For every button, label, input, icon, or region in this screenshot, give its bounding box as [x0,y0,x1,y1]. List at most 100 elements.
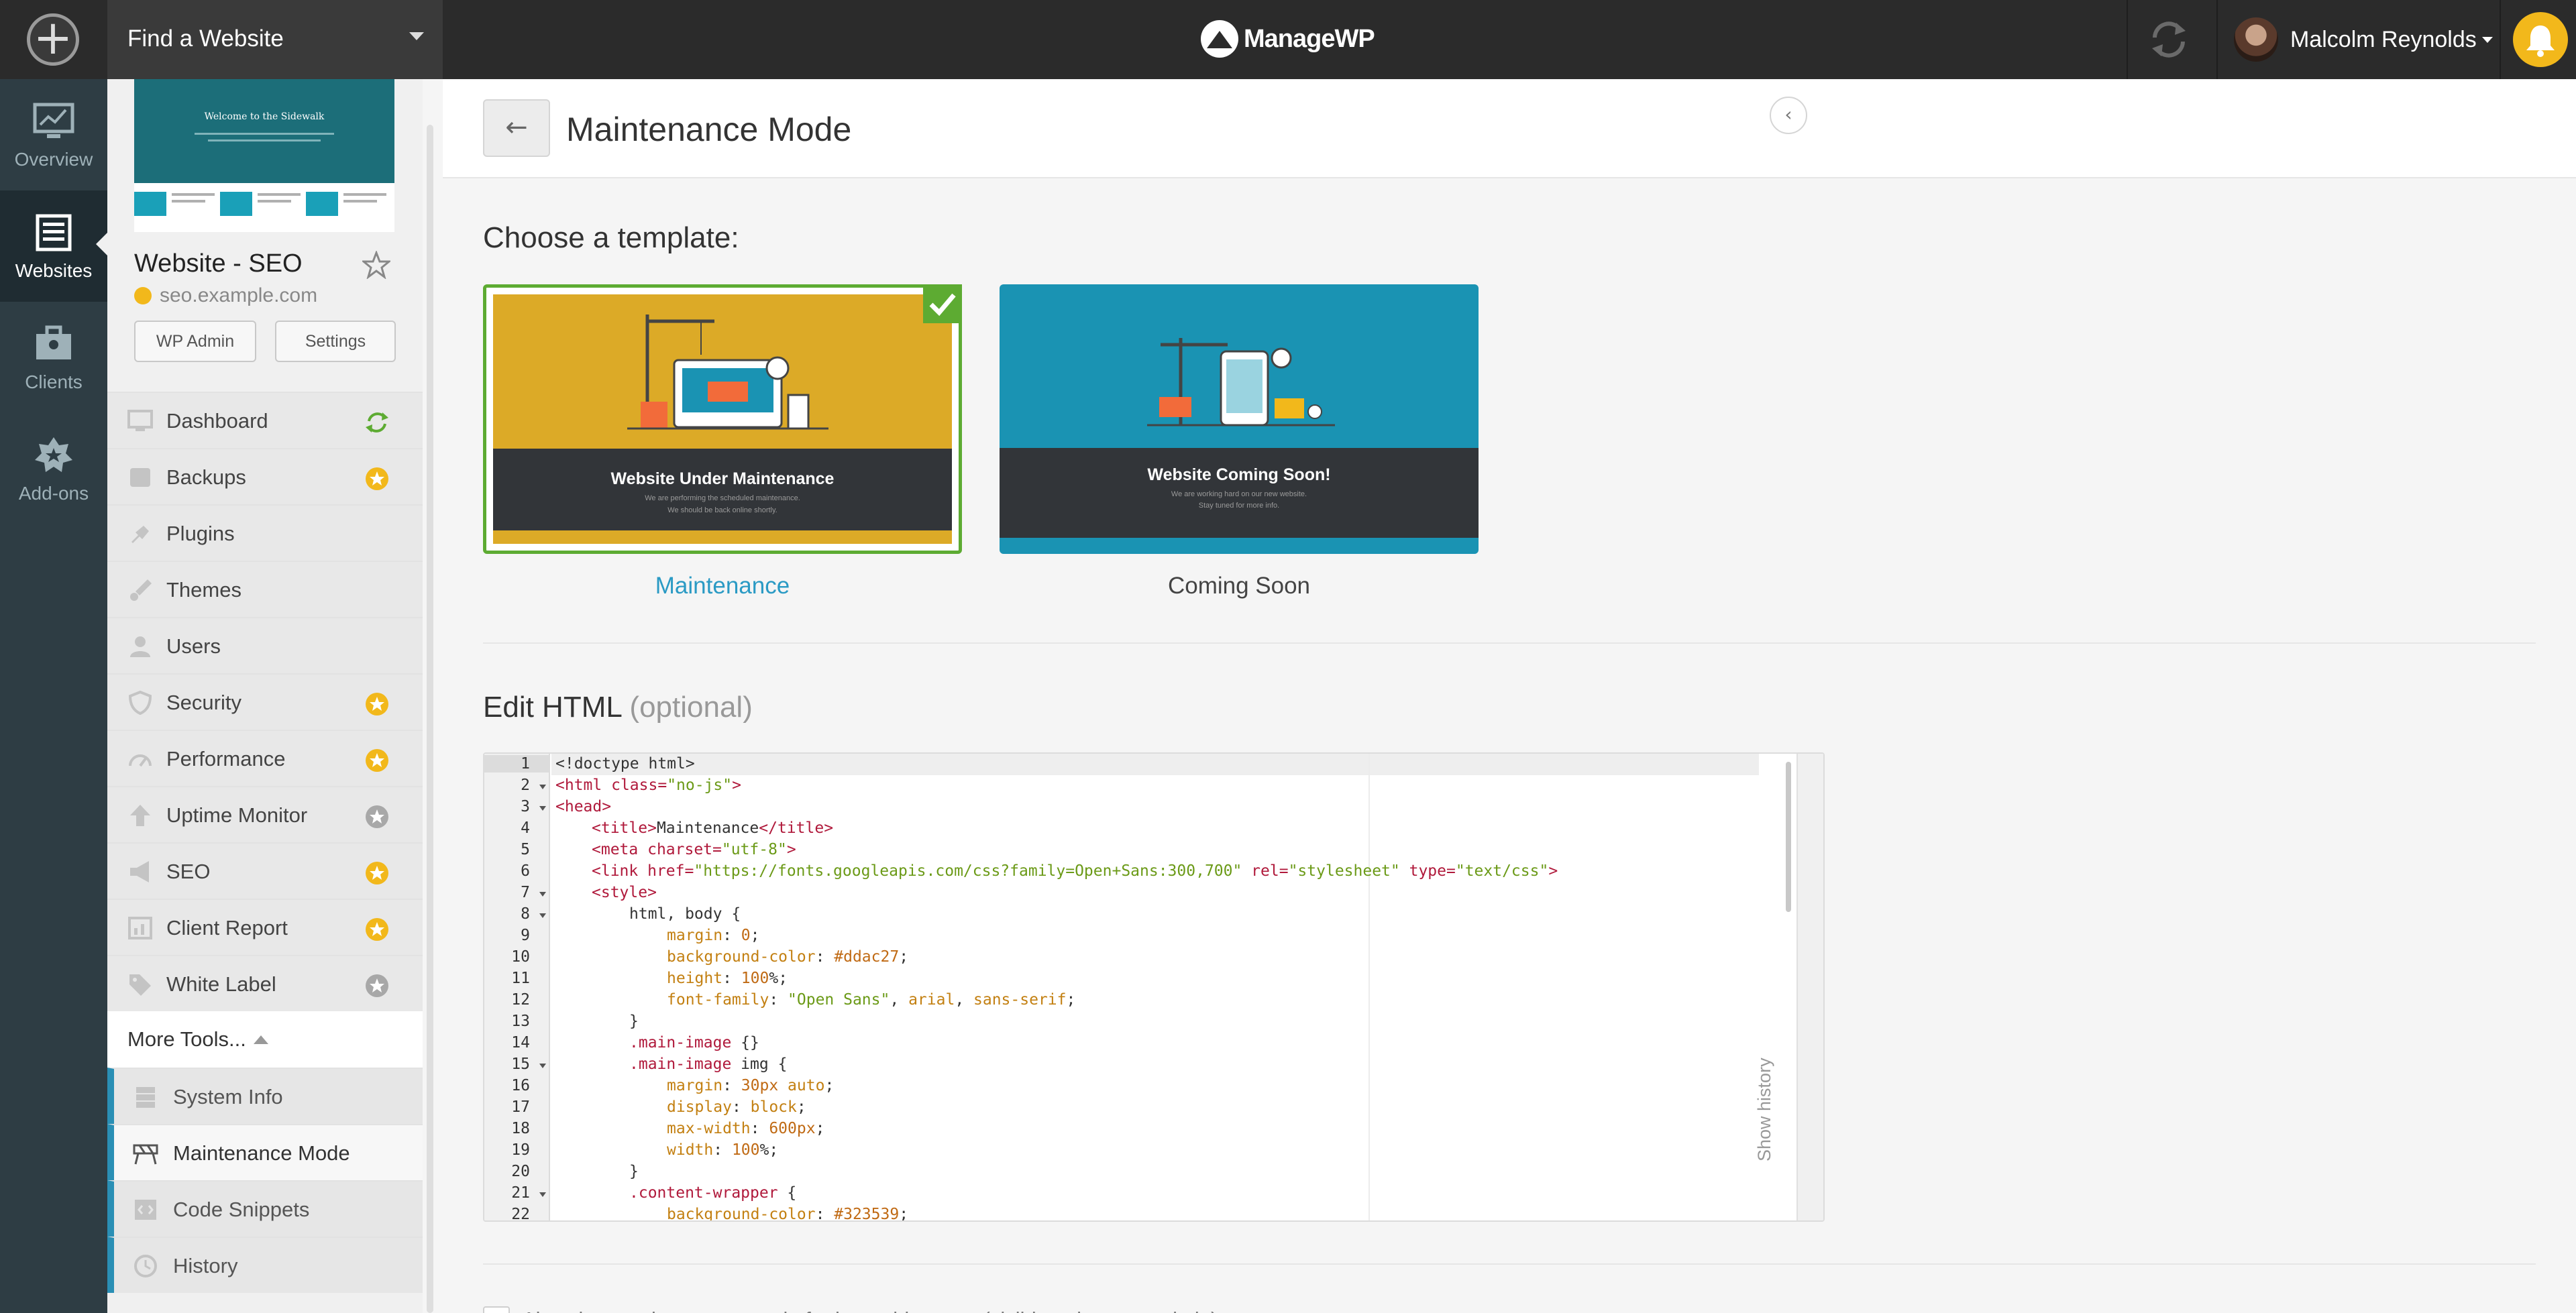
code-token: <title> [592,819,657,837]
sidebar-item-seo[interactable]: SEO [107,842,423,899]
code-token: : [769,991,788,1009]
code-line: <style> [592,884,657,901]
sync-icon[interactable] [2147,17,2191,62]
selected-check-badge [923,284,962,323]
settings-button[interactable]: Settings [275,321,396,362]
sidebar-scrollbar[interactable] [427,125,433,1313]
sidebar-item-code-snippets[interactable]: Code Snippets [107,1180,423,1237]
sidebar-item-plugins[interactable]: Plugins [107,504,423,561]
code-line: font-family: "Open Sans", arial, sans-se… [667,991,1075,1009]
fold-arrow-icon[interactable] [539,1192,546,1197]
sidebar-item-uptime-monitor[interactable]: Uptime Monitor [107,786,423,842]
nav-label: Websites [15,260,93,281]
history-toggle-button[interactable]: ‹ [1770,97,1807,134]
nav-websites[interactable]: Websites [0,190,108,302]
line-number: 9 [521,927,530,944]
editor-scrollbar[interactable] [1786,762,1791,912]
back-button[interactable]: ← [483,99,550,157]
managewp-logo[interactable]: ManageWP [1201,19,1375,59]
code-token: charset= [647,841,722,858]
nav-clients[interactable]: Clients [0,302,107,413]
maintenance-illustration: Website Under Maintenance We are perform… [493,294,952,544]
code-token: auto [788,1077,825,1094]
server-icon [136,1087,155,1108]
code-token: background-color [667,948,816,966]
find-website-dropdown[interactable]: Find a Website [107,0,443,79]
code-token: "https://fonts.googleapis.com/css?family… [694,862,1242,880]
template-line1: We are working hard on our new website. [1171,490,1307,498]
nav-label: Overview [14,149,93,170]
code-line: display: block; [667,1098,806,1116]
fold-arrow-icon[interactable] [539,785,546,789]
code-icon [135,1200,156,1220]
user-menu[interactable]: Malcolm Reynolds [2234,17,2493,62]
favorite-star-icon[interactable] [362,251,390,279]
edit-html-label: Edit HTML [483,691,622,724]
coming-soon-illustration: Website Coming Soon! We are working hard… [1000,284,1479,554]
code-token: > [1548,862,1558,880]
line-number: 19 [511,1141,530,1159]
section-divider [483,642,2536,644]
code-line: <link href="https://fonts.googleapis.com… [592,862,1558,880]
sidebar-item-label: Users [166,634,221,658]
chevron-down-icon [409,32,424,40]
more-tools-toggle[interactable]: More Tools... [107,1011,423,1068]
checkmark-icon [929,293,956,317]
sidebar-item-history[interactable]: History [107,1237,423,1293]
website-thumbnail[interactable]: Welcome to the Sidewalk [134,79,394,232]
html-code-editor[interactable]: 1 2 3 4 5 6 7 8 9 10 11 12 13 14 15 16 1… [483,752,1825,1222]
code-token: ; [815,1120,825,1137]
sidebar-item-performance[interactable]: Performance [107,730,423,786]
sidebar-item-themes[interactable]: Themes [107,561,423,617]
template-maintenance[interactable]: Website Under Maintenance We are perform… [483,284,962,599]
code-token: ; [1066,991,1076,1009]
sidebar-item-backups[interactable]: Backups [107,448,423,504]
code-token: rel= [1242,862,1289,880]
line-number: 5 [521,841,530,858]
page-title: Maintenance Mode [566,111,852,148]
sidebar-item-white-label[interactable]: White Label [107,955,423,1011]
sidebar-item-dashboard[interactable]: Dashboard [107,392,423,448]
nav-overview[interactable]: Overview [0,79,107,190]
sidebar-item-client-report[interactable]: Client Report [107,899,423,955]
code-line: margin: 30px auto; [667,1077,834,1094]
site-url[interactable]: seo.example.com [160,284,317,307]
code-token: <meta [592,841,648,858]
report-chart-icon [128,917,152,939]
code-token: <!doctype html> [555,755,695,773]
logged-in-users-checkbox[interactable] [483,1306,510,1313]
fold-arrow-icon[interactable] [539,806,546,811]
add-website-button[interactable]: + [27,13,79,66]
code-token: 30 [741,1077,760,1094]
sidebar-item-users[interactable]: Users [107,617,423,673]
sidebar-item-maintenance-mode[interactable]: Maintenance Mode [107,1124,423,1180]
line-number: 11 [511,970,530,987]
logo-text: ManageWP [1244,24,1375,53]
template-coming-soon[interactable]: Website Coming Soon! We are working hard… [1000,284,1479,599]
app-root: { "topbar": { "find_website_label": "Fin… [0,0,2576,1313]
fold-arrow-icon[interactable] [539,892,546,897]
fold-arrow-icon[interactable] [539,913,546,918]
thumbnail-heading: Welcome to the Sidewalk [205,111,325,122]
backup-icon [130,468,150,487]
code-line: .main-image {} [629,1034,759,1051]
nav-addons[interactable]: Add-ons [0,413,107,524]
wp-admin-button[interactable]: WP Admin [134,321,256,362]
code-line: <meta charset="utf-8"> [592,841,796,858]
line-number: 1 [484,755,550,773]
code-token: : [731,1098,751,1116]
fold-arrow-icon[interactable] [539,1064,546,1068]
code-token: : [713,1141,732,1159]
sidebar-item-security[interactable]: Security [107,673,423,730]
websites-list-icon [36,214,72,251]
globe-icon [134,287,152,304]
managewp-mountain-icon [1201,20,1238,58]
template-name: Coming Soon [1167,573,1311,599]
plug-icon [131,526,149,543]
sidebar-item-system-info[interactable]: System Info [107,1068,423,1124]
template-line1: We are performing the scheduled maintena… [645,494,800,502]
show-history-label[interactable]: Show history [1754,1058,1775,1161]
notifications-button[interactable] [2513,12,2568,67]
template-preview: Website Under Maintenance We are perform… [483,284,962,554]
code-token: ; [796,1098,806,1116]
